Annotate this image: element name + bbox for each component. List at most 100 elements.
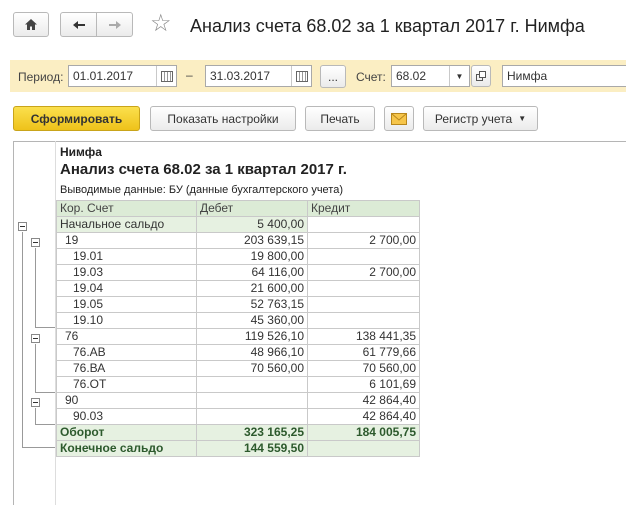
- cell-account[interactable]: 19: [56, 232, 197, 249]
- cell-debit[interactable]: 64 116,00: [196, 264, 308, 281]
- arrow-left-icon: [72, 20, 85, 29]
- arrow-right-icon: [108, 20, 121, 29]
- cell-credit[interactable]: [307, 440, 420, 457]
- cell-account[interactable]: 90.03: [56, 408, 197, 425]
- cell-account[interactable]: 76.ОТ: [56, 376, 197, 393]
- cell-debit[interactable]: [196, 392, 308, 409]
- cell-debit[interactable]: 119 526,10: [196, 328, 308, 345]
- table-row[interactable]: 90.03 42 864,40: [56, 408, 420, 425]
- group-line: [35, 327, 55, 328]
- registry-label: Регистр учета: [434, 111, 513, 126]
- account-field[interactable]: 68.02 ▼: [391, 65, 470, 87]
- collapse-toggle[interactable]: [31, 334, 40, 343]
- dropdown-button[interactable]: ▼: [449, 66, 469, 86]
- collapse-toggle[interactable]: [31, 238, 40, 247]
- table-row[interactable]: 19.04 21 600,00: [56, 280, 420, 297]
- calendar-button[interactable]: [156, 66, 176, 86]
- organization-field[interactable]: Нимфа: [502, 65, 626, 87]
- report-data-shown: Выводимые данные: БУ (данные бухгалтерск…: [60, 184, 343, 196]
- table-row[interactable]: 19 203 639,15 2 700,00: [56, 232, 420, 249]
- cell-account[interactable]: 19.01: [56, 248, 197, 265]
- cell-account[interactable]: 19.03: [56, 264, 197, 281]
- calendar-button[interactable]: [291, 66, 311, 86]
- star-icon[interactable]: ☆: [150, 12, 172, 36]
- period-label: Период:: [18, 70, 64, 84]
- table-row[interactable]: Конечное сальдо 144 559,50: [56, 440, 420, 457]
- generate-button[interactable]: Сформировать: [13, 106, 140, 131]
- email-button[interactable]: [384, 106, 414, 131]
- report-org: Нимфа: [60, 145, 102, 159]
- back-button[interactable]: [60, 12, 97, 37]
- table-row[interactable]: 90 42 864,40: [56, 392, 420, 409]
- group-line: [35, 344, 36, 392]
- page-title: Анализ счета 68.02 за 1 квартал 2017 г. …: [190, 16, 585, 36]
- print-button[interactable]: Печать: [305, 106, 375, 131]
- cell-credit[interactable]: 42 864,40: [307, 392, 420, 409]
- cell-debit[interactable]: 203 639,15: [196, 232, 308, 249]
- table-row[interactable]: 19.01 19 800,00: [56, 248, 420, 265]
- registry-button[interactable]: Регистр учета ▼: [423, 106, 538, 131]
- cell-account[interactable]: 76: [56, 328, 197, 345]
- cell-account[interactable]: Конечное сальдо: [56, 440, 197, 457]
- cell-account[interactable]: 76.АВ: [56, 344, 197, 361]
- date-to-field[interactable]: 31.03.2017: [205, 65, 312, 87]
- date-from-field[interactable]: 01.01.2017: [68, 65, 177, 87]
- date-to-value: 31.03.2017: [210, 69, 271, 83]
- cell-account[interactable]: Начальное сальдо: [56, 216, 197, 233]
- cell-debit[interactable]: 21 600,00: [196, 280, 308, 297]
- collapse-toggle[interactable]: [31, 398, 40, 407]
- cell-debit[interactable]: 323 165,25: [196, 424, 308, 441]
- collapse-toggle[interactable]: [18, 222, 27, 231]
- cell-debit[interactable]: 70 560,00: [196, 360, 308, 377]
- cell-credit[interactable]: 184 005,75: [307, 424, 420, 441]
- cell-credit[interactable]: [307, 216, 420, 233]
- cell-account[interactable]: 19.05: [56, 296, 197, 313]
- cell-debit[interactable]: 52 763,15: [196, 296, 308, 313]
- cell-credit[interactable]: 6 101,69: [307, 376, 420, 393]
- cell-account[interactable]: Оборот: [56, 424, 197, 441]
- cell-credit[interactable]: 70 560,00: [307, 360, 420, 377]
- home-button[interactable]: [13, 12, 49, 37]
- cell-credit[interactable]: [307, 296, 420, 313]
- period-select-button[interactable]: ...: [320, 65, 346, 88]
- cell-debit[interactable]: 48 966,10: [196, 344, 308, 361]
- organization-value: Нимфа: [507, 69, 548, 83]
- cell-credit[interactable]: 42 864,40: [307, 408, 420, 425]
- cell-debit[interactable]: 5 400,00: [196, 216, 308, 233]
- cell-debit[interactable]: [196, 408, 308, 425]
- date-separator: –: [186, 68, 193, 82]
- table-row[interactable]: 19.03 64 116,00 2 700,00: [56, 264, 420, 281]
- forward-button[interactable]: [96, 12, 133, 37]
- table-row[interactable]: Оборот 323 165,25 184 005,75: [56, 424, 420, 441]
- cell-debit[interactable]: 144 559,50: [196, 440, 308, 457]
- table-row[interactable]: 76.ВА 70 560,00 70 560,00: [56, 360, 420, 377]
- cell-credit[interactable]: [307, 248, 420, 265]
- cell-debit[interactable]: [196, 376, 308, 393]
- calendar-icon: [295, 70, 308, 82]
- cell-credit[interactable]: 61 779,66: [307, 344, 420, 361]
- date-from-value: 01.01.2017: [73, 69, 134, 83]
- cell-credit[interactable]: [307, 280, 420, 297]
- cell-account[interactable]: 90: [56, 392, 197, 409]
- cell-credit[interactable]: 2 700,00: [307, 264, 420, 281]
- cell-account[interactable]: 76.ВА: [56, 360, 197, 377]
- table-row[interactable]: 76 119 526,10 138 441,35: [56, 328, 420, 345]
- cell-account[interactable]: 19.04: [56, 280, 197, 297]
- cell-credit[interactable]: 138 441,35: [307, 328, 420, 345]
- table-row[interactable]: Начальное сальдо 5 400,00: [56, 216, 420, 233]
- open-account-button[interactable]: [471, 65, 491, 87]
- table-row[interactable]: 19.10 45 360,00: [56, 312, 420, 329]
- cell-debit[interactable]: 19 800,00: [196, 248, 308, 265]
- cell-debit[interactable]: 45 360,00: [196, 312, 308, 329]
- cell-credit[interactable]: [307, 312, 420, 329]
- dots-label: ...: [327, 69, 338, 84]
- table-row[interactable]: 19.05 52 763,15: [56, 296, 420, 313]
- cell-credit[interactable]: 2 700,00: [307, 232, 420, 249]
- table-row[interactable]: 76.ОТ 6 101,69: [56, 376, 420, 393]
- home-icon: [25, 19, 37, 30]
- open-link-icon: [476, 71, 486, 81]
- cell-account[interactable]: 19.10: [56, 312, 197, 329]
- report-table: Кор. Счет Дебет Кредит Начальное сальдо …: [56, 200, 420, 457]
- table-row[interactable]: 76.АВ 48 966,10 61 779,66: [56, 344, 420, 361]
- show-settings-button[interactable]: Показать настройки: [150, 106, 296, 131]
